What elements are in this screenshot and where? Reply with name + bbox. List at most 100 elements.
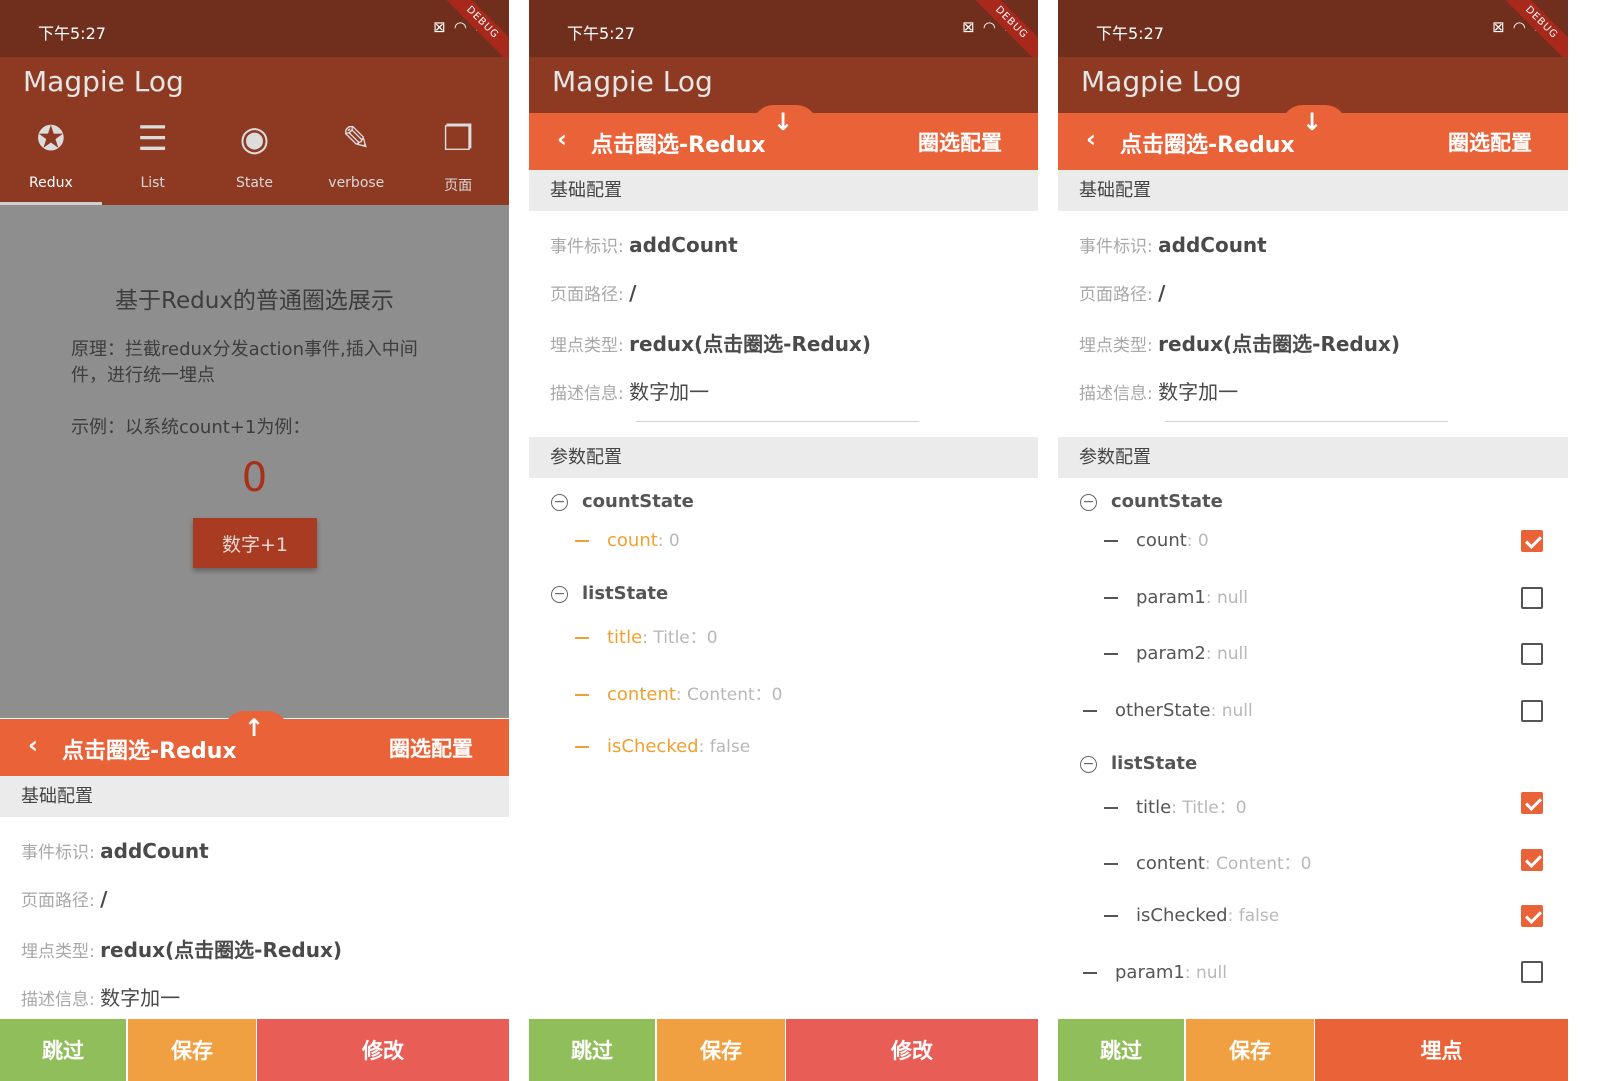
- field-label: 描述信息:: [21, 990, 101, 1010]
- leaf-key: title: [1136, 797, 1172, 818]
- checkbox-ischecked[interactable]: [1521, 905, 1543, 927]
- desc-input[interactable]: 数字加一: [629, 380, 709, 404]
- counter-value: 0: [241, 455, 268, 501]
- arrow-down-icon[interactable]: ↓: [773, 107, 793, 137]
- leaf-value: : Content：0: [675, 685, 783, 705]
- section-basic: 基础配置: [529, 170, 1038, 211]
- battery-saver-icon: ⊠: [433, 18, 446, 36]
- back-icon[interactable]: ‹: [28, 731, 38, 759]
- tree-node-liststate[interactable]: − listState: [551, 583, 668, 604]
- field-point-type: 埋点类型: redux(点击圈选-Redux): [21, 934, 342, 963]
- tab-page[interactable]: ❐ 页面: [407, 113, 509, 205]
- field-value: addCount: [1158, 233, 1267, 257]
- tab-redux[interactable]: ✪ Redux: [0, 113, 102, 205]
- leaf-value: : Content：0: [1204, 854, 1312, 874]
- checkbox-otherstate[interactable]: [1521, 700, 1543, 722]
- save-button[interactable]: 保存: [128, 1019, 256, 1081]
- wifi-icon: ◠: [1512, 18, 1526, 36]
- app-bar: Magpie Log: [0, 57, 509, 113]
- leaf-value: : 0: [1186, 531, 1209, 551]
- section-params: 参数配置: [529, 437, 1038, 478]
- field-desc: 描述信息: 数字加一: [21, 982, 180, 1011]
- tree-leaf-content: content: Content：0: [575, 680, 782, 705]
- back-icon[interactable]: ‹: [1086, 125, 1096, 153]
- field-label: 页面路径:: [1079, 285, 1159, 305]
- field-desc: 描述信息: 数字加一: [550, 376, 709, 405]
- tree-leaf-ischecked: isChecked: false: [575, 736, 750, 757]
- checkbox-title[interactable]: [1521, 792, 1543, 814]
- collapse-icon[interactable]: −: [1080, 755, 1097, 773]
- modify-button[interactable]: 修改: [786, 1019, 1038, 1081]
- leaf-key: content: [1136, 853, 1205, 874]
- save-button[interactable]: 保存: [657, 1019, 785, 1081]
- demo-example: 示例：以系统count+1为例：: [71, 417, 311, 438]
- skip-button[interactable]: 跳过: [529, 1019, 655, 1081]
- circle-config-button[interactable]: 圈选配置: [918, 127, 1002, 157]
- tree-leaf-title: title: Title：0: [575, 623, 718, 648]
- field-value[interactable]: 数字加一: [100, 986, 180, 1010]
- arrow-up-icon[interactable]: ↑: [244, 713, 264, 743]
- collapse-icon[interactable]: −: [551, 585, 568, 603]
- status-bar: 下午5:27 ⊠ ◠ ▭ DEBUG: [1058, 0, 1568, 69]
- circle-config-button[interactable]: 圈选配置: [1448, 127, 1532, 157]
- collapse-icon[interactable]: −: [1080, 493, 1097, 511]
- arrow-down-icon[interactable]: ↓: [1302, 107, 1322, 137]
- tab-verbose[interactable]: ✎ verbose: [305, 113, 407, 205]
- field-page-path: 页面路径: /: [550, 280, 636, 305]
- field-page-path: 页面路径: /: [1079, 280, 1165, 305]
- dash-icon: [1104, 597, 1118, 599]
- leaf-key: count: [1136, 530, 1187, 551]
- dash-icon: [1104, 540, 1118, 542]
- tree-node-liststate[interactable]: − listState: [1080, 753, 1197, 774]
- circle-config-button[interactable]: 圈选配置: [389, 733, 473, 763]
- app-title: Magpie Log: [1081, 65, 1242, 98]
- checkbox-param2[interactable]: [1521, 643, 1543, 665]
- collapse-icon[interactable]: −: [551, 493, 568, 511]
- field-value: redux(点击圈选-Redux): [100, 938, 343, 962]
- action-bar: 跳过 保存 修改: [529, 1019, 1038, 1081]
- leaf-key: content: [607, 684, 676, 705]
- checkbox-param1[interactable]: [1521, 587, 1543, 609]
- leaf-value: : null: [1205, 644, 1249, 664]
- bury-point-button[interactable]: 埋点: [1315, 1019, 1568, 1081]
- panel-title: 点击圈选-Redux: [62, 739, 237, 764]
- panel-title: 点击圈选-Redux: [591, 133, 766, 158]
- modify-button[interactable]: 修改: [257, 1019, 509, 1081]
- leaf-key: count: [607, 530, 658, 551]
- field-label: 埋点类型:: [1079, 336, 1159, 356]
- tab-state[interactable]: ◉ State: [204, 113, 306, 205]
- back-icon[interactable]: ‹: [557, 125, 567, 153]
- tree-leaf-content: content: Content：0: [1104, 849, 1311, 874]
- increment-button[interactable]: 数字+1: [193, 518, 317, 568]
- dash-icon: [575, 694, 589, 696]
- checkbox-content[interactable]: [1521, 849, 1543, 871]
- tree-node-countstate[interactable]: − countState: [1080, 491, 1223, 512]
- tree-leaf-count: count: 0: [575, 530, 680, 551]
- skip-button[interactable]: 跳过: [1058, 1019, 1184, 1081]
- tree-leaf-count: count: 0: [1104, 530, 1209, 551]
- desc-input[interactable]: 数字加一: [1158, 380, 1238, 404]
- status-time: 下午5:27: [38, 24, 106, 43]
- leaf-key: param2: [1136, 643, 1206, 664]
- field-value: /: [629, 281, 637, 305]
- circle-panel-header: ↓ ‹ 点击圈选-Redux 圈选配置: [529, 105, 1038, 170]
- checkbox-count[interactable]: [1521, 530, 1543, 552]
- field-event-id: 事件标识: addCount: [21, 838, 209, 863]
- tab-label: List: [140, 175, 165, 191]
- field-label: 描述信息:: [550, 384, 630, 404]
- dash-icon: [1083, 710, 1097, 712]
- action-bar: 跳过 保存 埋点: [1058, 1019, 1568, 1081]
- status-time: 下午5:27: [1096, 24, 1164, 43]
- tree-node-countstate[interactable]: − countState: [551, 491, 694, 512]
- skip-button[interactable]: 跳过: [0, 1019, 126, 1081]
- dropper-icon: ✎: [342, 119, 371, 159]
- checkbox-param1-root[interactable]: [1521, 961, 1543, 983]
- tree-leaf-param1: param1: null: [1104, 587, 1248, 608]
- tree-leaf-param1-root: param1: null: [1083, 962, 1227, 983]
- node-label: listState: [1111, 753, 1198, 774]
- field-label: 埋点类型:: [550, 336, 630, 356]
- leaf-value: : null: [1205, 588, 1249, 608]
- save-button[interactable]: 保存: [1186, 1019, 1314, 1081]
- demo-title: 基于Redux的普通圈选展示: [115, 288, 394, 314]
- tab-list[interactable]: ☰ List: [102, 113, 204, 205]
